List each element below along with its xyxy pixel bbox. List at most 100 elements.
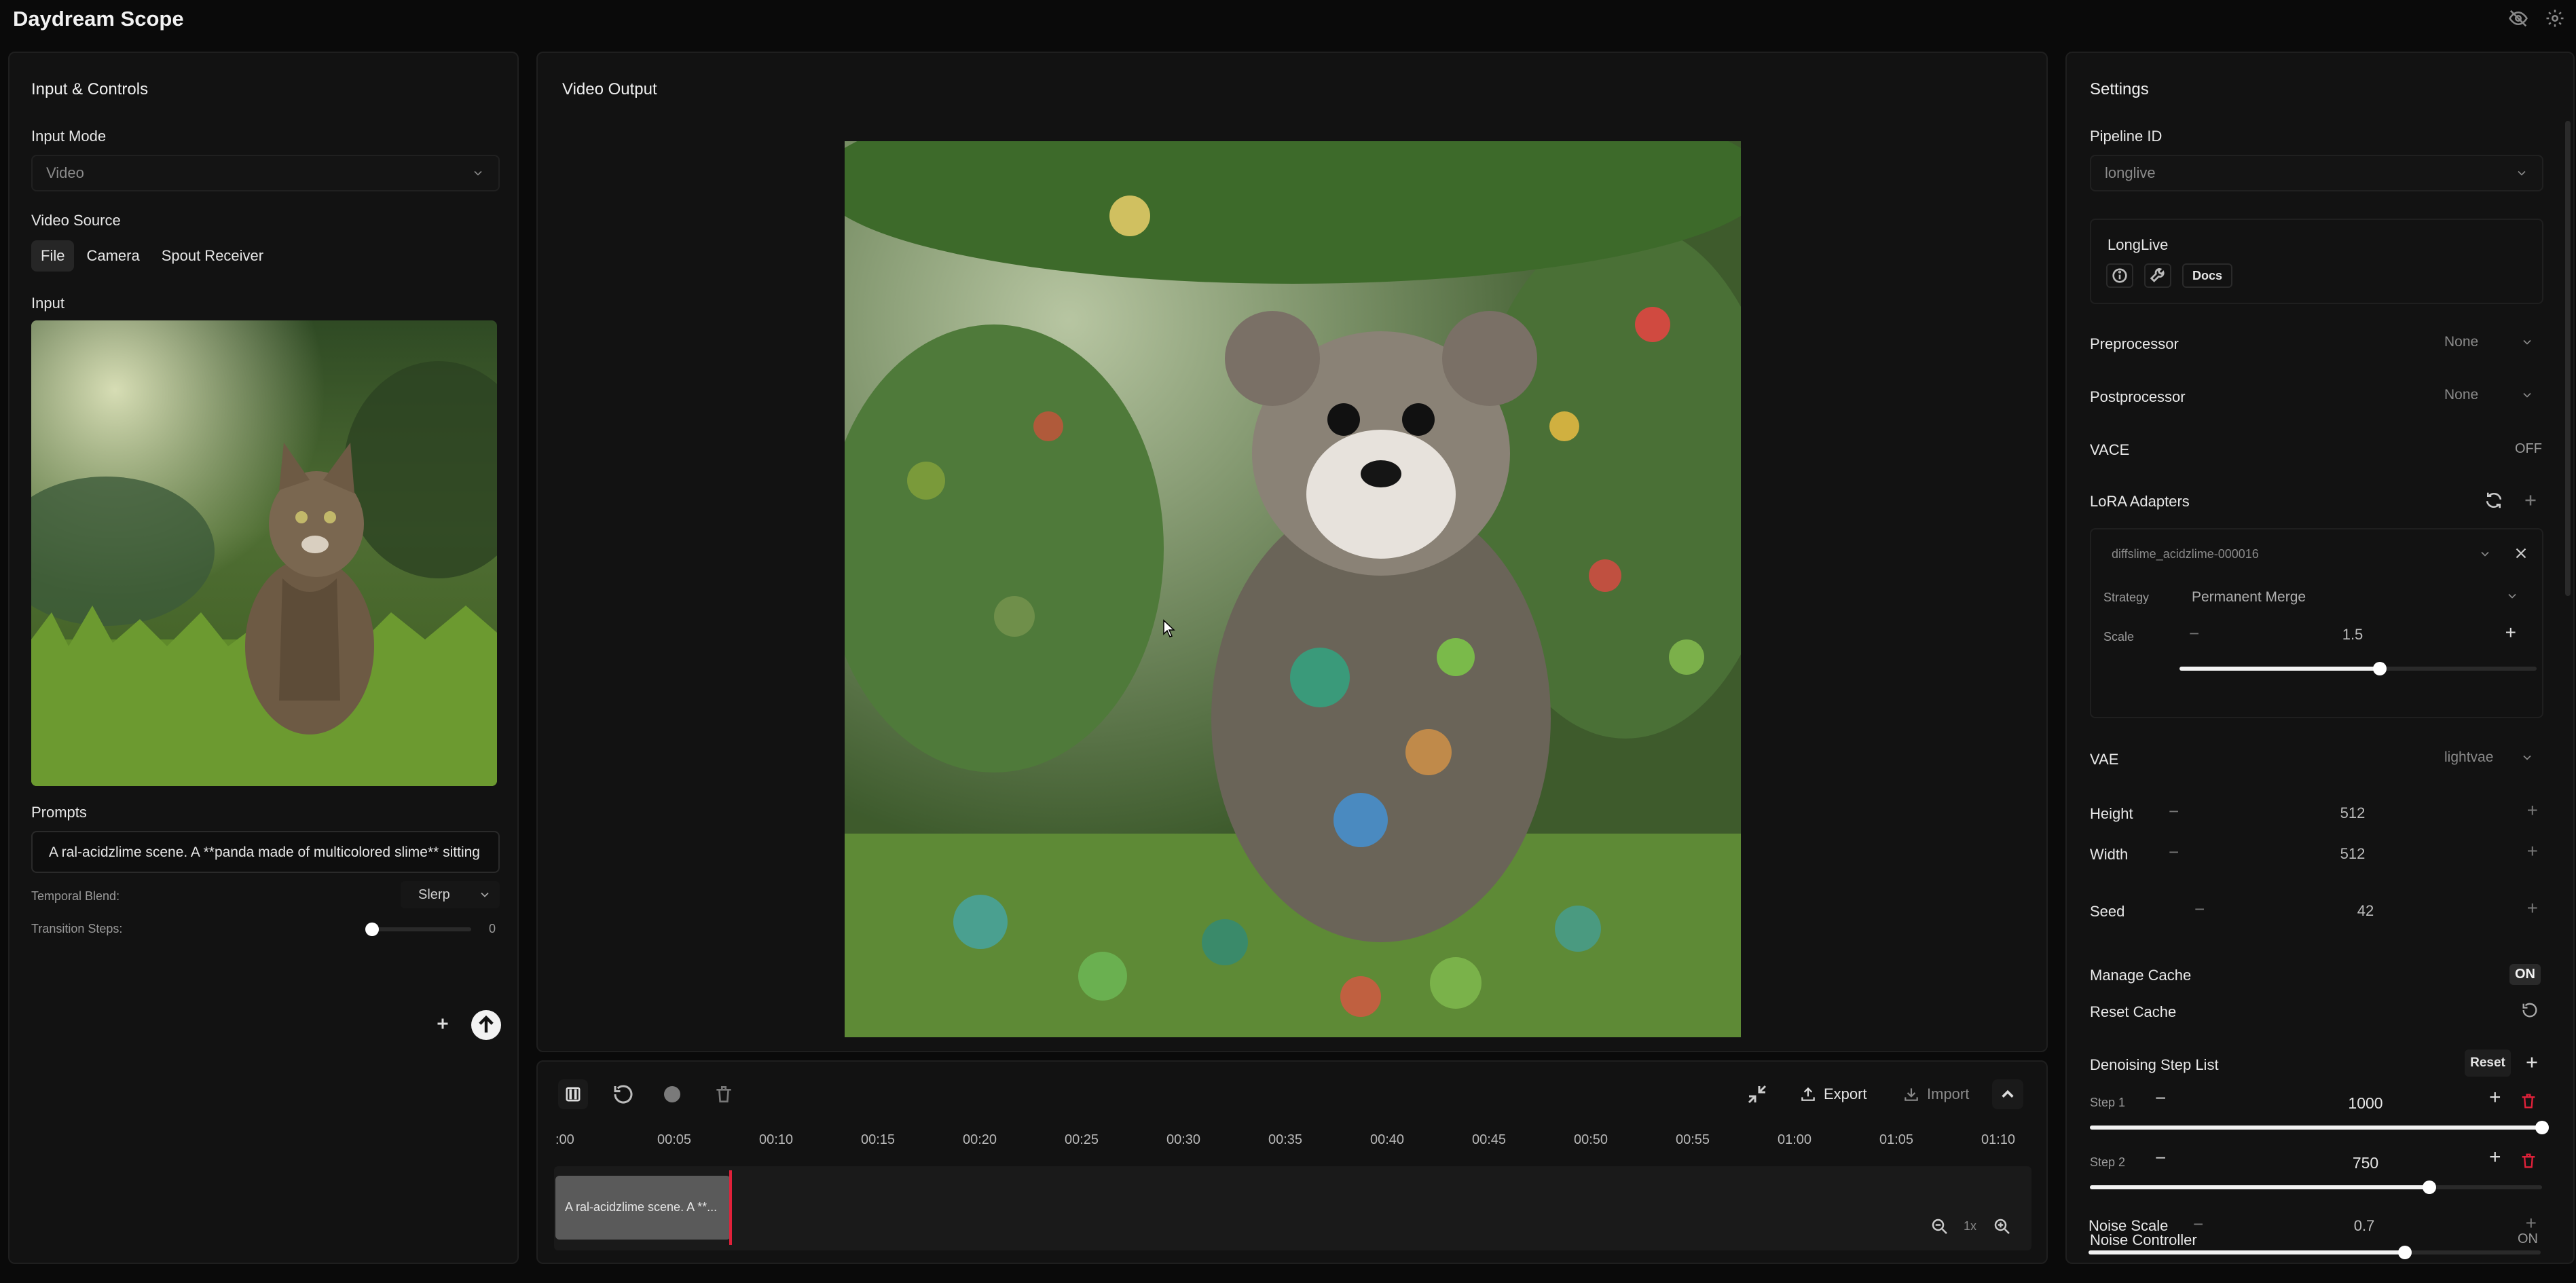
gear-icon[interactable] — [2545, 8, 2565, 29]
scale-label: Scale — [2103, 630, 2135, 644]
minimize-icon — [1748, 1085, 1767, 1104]
transition-steps-knob[interactable] — [365, 923, 379, 936]
timeline-tick-label: 01:05 — [1879, 1132, 1914, 1147]
arrow-up-icon — [479, 1015, 494, 1033]
scale-slider-knob[interactable] — [2373, 662, 2387, 675]
transition-steps-value: 0 — [489, 922, 496, 935]
strategy-select[interactable]: Permanent Merge — [2179, 580, 2526, 614]
reset-cache-button[interactable] — [2520, 1001, 2539, 1020]
panel-title: Settings — [2090, 80, 2149, 98]
delete-button[interactable] — [713, 1083, 735, 1105]
timeline-clip[interactable]: A ral-acidzlime scene. A **... — [555, 1176, 731, 1240]
width-increment[interactable]: + — [2527, 840, 2538, 862]
postprocessor-select[interactable]: None — [2406, 377, 2543, 413]
pipeline-id-label: Pipeline ID — [2090, 128, 2163, 145]
docs-button[interactable]: Docs — [2182, 263, 2232, 288]
step-2-delete-button[interactable] — [2519, 1151, 2538, 1170]
record-button[interactable] — [664, 1086, 680, 1102]
timeline-tick-label: 01:00 — [1778, 1132, 1812, 1147]
seed-stepper[interactable]: − 42 + — [2188, 895, 2543, 926]
step-2-increment[interactable]: + — [2489, 1146, 2501, 1169]
input-mode-select[interactable]: Video — [31, 155, 500, 191]
noise-scale-value: 0.7 — [2353, 1217, 2375, 1234]
timeline-track[interactable] — [554, 1166, 2031, 1250]
zoom-in-button[interactable] — [1992, 1216, 2012, 1237]
trash-icon — [2522, 1153, 2535, 1168]
close-icon — [2516, 548, 2526, 559]
chevron-down-icon — [478, 888, 492, 901]
cat-image — [31, 320, 497, 786]
video-output-frame[interactable] — [845, 141, 1741, 1037]
scale-stepper[interactable]: − 1.5 + — [2179, 618, 2526, 650]
add-prompt-button[interactable] — [430, 1011, 455, 1036]
input-mode-label: Input Mode — [31, 128, 107, 145]
eye-off-icon[interactable] — [2508, 8, 2528, 29]
panel-title: Video Output — [562, 80, 657, 98]
pipeline-id-select[interactable]: longlive — [2090, 155, 2543, 191]
step-2-slider[interactable] — [2090, 1185, 2542, 1189]
scale-slider[interactable] — [2179, 667, 2537, 671]
timeline-tick-label: 00:50 — [1574, 1132, 1608, 1147]
manage-cache-label: Manage Cache — [2090, 967, 2192, 984]
add-step-button[interactable] — [2522, 1052, 2542, 1073]
step-1-delete-button[interactable] — [2519, 1092, 2538, 1111]
remove-lora-button[interactable] — [2512, 544, 2530, 562]
width-stepper[interactable]: − 512 + — [2162, 838, 2543, 869]
noise-scale-slider-knob[interactable] — [2398, 1246, 2412, 1259]
submit-prompt-button[interactable] — [471, 1010, 501, 1040]
step-1-slider[interactable] — [2090, 1126, 2542, 1130]
step-1-slider-knob[interactable] — [2535, 1121, 2549, 1134]
pipeline-name: LongLive — [2108, 236, 2169, 253]
collapse-timeline-button[interactable] — [1992, 1079, 2023, 1109]
scale-increment[interactable]: + — [2505, 622, 2516, 644]
timeline-tick-label: 00:10 — [759, 1132, 794, 1147]
refresh-lora-button[interactable] — [2484, 490, 2504, 510]
import-button[interactable]: Import — [1894, 1079, 1980, 1109]
info-button[interactable] — [2106, 263, 2133, 288]
transition-steps-slider[interactable] — [372, 927, 471, 931]
lora-file-select[interactable]: diffslime_acidzlime-000016 — [2098, 538, 2499, 570]
height-increment[interactable]: + — [2527, 800, 2538, 821]
preprocessor-select[interactable]: None — [2406, 324, 2543, 360]
collapse-view-button[interactable] — [1745, 1082, 1769, 1107]
step-2-slider-knob[interactable] — [2423, 1180, 2436, 1194]
vace-toggle[interactable]: OFF — [2515, 441, 2542, 457]
pause-button[interactable] — [558, 1079, 588, 1109]
plus-icon — [2526, 1057, 2537, 1068]
height-stepper[interactable]: − 512 + — [2162, 797, 2543, 828]
playhead[interactable] — [729, 1170, 732, 1245]
pipeline-id-value: longlive — [2105, 164, 2156, 181]
zoom-level: 1x — [1964, 1219, 1977, 1233]
temporal-blend-select[interactable]: Slerp — [401, 881, 500, 908]
step-2-decrement[interactable]: − — [2155, 1147, 2166, 1169]
input-mode-value: Video — [46, 164, 84, 181]
step-1-label: Step 1 — [2090, 1096, 2126, 1109]
add-lora-button[interactable] — [2520, 490, 2541, 510]
timeline-tick-label: 01:10 — [1981, 1132, 2016, 1147]
import-label: Import — [1927, 1085, 1970, 1102]
tab-file[interactable]: File — [31, 240, 75, 272]
noise-scale-stepper[interactable]: − 0.7 + — [2186, 1210, 2542, 1241]
prompt-input[interactable]: A ral-acidzlime scene. A **panda made of… — [31, 831, 500, 873]
restart-icon — [614, 1085, 633, 1104]
step-1-decrement[interactable]: − — [2155, 1087, 2166, 1109]
vae-select[interactable]: lightvae — [2406, 740, 2543, 775]
reset-steps-button[interactable]: Reset — [2465, 1049, 2511, 1077]
export-button[interactable]: Export — [1791, 1079, 1877, 1109]
step-1-increment[interactable]: + — [2489, 1086, 2501, 1109]
chevron-down-icon — [2478, 547, 2492, 561]
seed-increment[interactable]: + — [2527, 897, 2538, 919]
lora-card: diffslime_acidzlime-000016 Strategy Perm… — [2090, 528, 2543, 718]
settings-scrollbar[interactable] — [2565, 121, 2571, 596]
tab-spout-receiver[interactable]: Spout Receiver — [152, 240, 273, 272]
manage-cache-toggle[interactable]: ON — [2509, 964, 2541, 985]
timeline-panel: Export Import :00 00:05 00:10 00:15 00:20 00:… — [536, 1060, 2048, 1264]
zoom-out-button[interactable] — [1930, 1216, 1950, 1237]
rewind-button[interactable] — [611, 1082, 636, 1107]
noise-scale-increment[interactable]: + — [2526, 1212, 2537, 1234]
tools-button[interactable] — [2144, 263, 2171, 288]
noise-scale-slider[interactable] — [2089, 1250, 2541, 1254]
tab-camera[interactable]: Camera — [77, 240, 149, 272]
noise-scale-label-visible: Noise Scale — [2089, 1217, 2169, 1234]
postprocessor-value: None — [2444, 387, 2479, 403]
